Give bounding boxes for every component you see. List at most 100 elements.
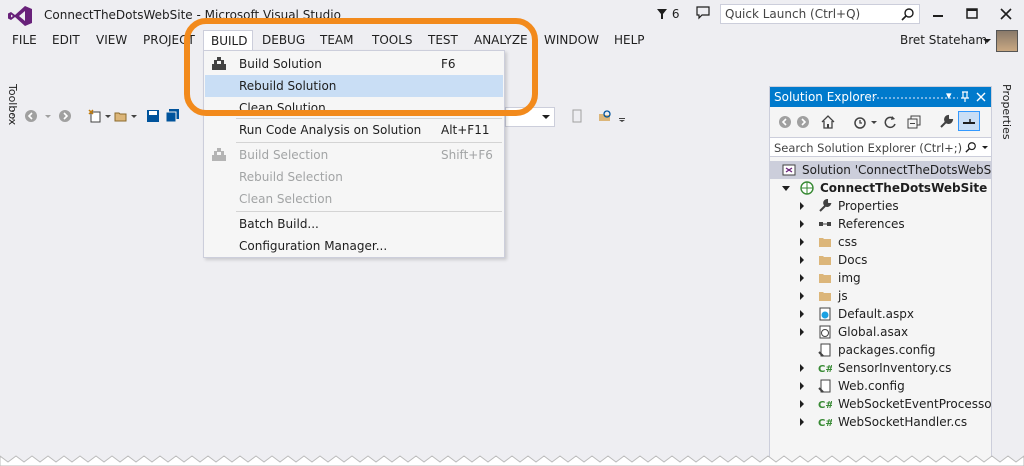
tree-item-websocketeventprocessor-cs[interactable]: C# WebSocketEventProcessor.cs bbox=[770, 395, 991, 413]
tree-label: Properties bbox=[838, 199, 899, 213]
solution-explorer-header: Solution Explorer ▾ bbox=[770, 87, 991, 107]
pending-changes-icon[interactable] bbox=[852, 114, 868, 130]
menu-separator bbox=[236, 142, 502, 143]
references-icon bbox=[819, 222, 831, 226]
svg-text:C#: C# bbox=[818, 400, 832, 411]
tree-label: ConnectTheDotsWebSite bbox=[820, 181, 988, 195]
pending-dropdown-icon[interactable] bbox=[870, 114, 878, 130]
tree-item-references[interactable]: References bbox=[770, 215, 991, 233]
feedback-icon[interactable] bbox=[696, 6, 710, 20]
collapsed-arrow-icon[interactable] bbox=[800, 256, 804, 264]
tree-label: WebSocketEventProcessor.cs bbox=[838, 397, 991, 411]
collapsed-arrow-icon[interactable] bbox=[800, 238, 804, 246]
open-dropdown-icon[interactable] bbox=[130, 109, 138, 123]
menu-item-rebuild-selection[interactable]: Rebuild Selection bbox=[205, 166, 503, 188]
tree-item-css[interactable]: css bbox=[770, 233, 991, 251]
toolbar-overflow-icon[interactable] bbox=[618, 109, 626, 123]
collapsed-arrow-icon[interactable] bbox=[800, 274, 804, 282]
menu-item-build-selection[interactable]: Build Selection Shift+F6 bbox=[205, 144, 503, 166]
collapsed-arrow-icon[interactable] bbox=[800, 400, 804, 408]
chevron-down-icon[interactable] bbox=[982, 146, 988, 149]
tree-item-packages-config[interactable]: packages.config bbox=[770, 341, 991, 359]
menu-help[interactable]: HELP bbox=[614, 33, 645, 47]
tree-item-properties[interactable]: Properties bbox=[770, 197, 991, 215]
solution-explorer-search-input[interactable]: Search Solution Explorer (Ctrl+;) bbox=[770, 137, 991, 157]
panel-grip[interactable] bbox=[868, 96, 958, 100]
menu-window[interactable]: WINDOW bbox=[544, 33, 599, 47]
tree-label: packages.config bbox=[838, 343, 936, 357]
csharp-icon: C# bbox=[818, 364, 832, 375]
solution-explorer-toolbar bbox=[770, 109, 991, 135]
collapsed-arrow-icon[interactable] bbox=[800, 418, 804, 426]
quick-launch-input[interactable]: Quick Launch (Ctrl+Q) bbox=[720, 4, 920, 24]
menu-item-run-code-analysis[interactable]: Run Code Analysis on Solution Alt+F11 bbox=[205, 119, 503, 141]
folder-icon bbox=[819, 256, 831, 265]
forward-icon[interactable] bbox=[796, 115, 810, 129]
tree-label: Global.asax bbox=[838, 325, 909, 339]
tree-label: Docs bbox=[838, 253, 868, 267]
tree-item-img[interactable]: img bbox=[770, 269, 991, 287]
minimize-icon[interactable] bbox=[928, 4, 948, 24]
menu-item-shortcut: Shift+F6 bbox=[441, 148, 493, 162]
new-dropdown-icon[interactable] bbox=[104, 109, 112, 123]
toolbox-tab[interactable]: Toolbox bbox=[6, 84, 19, 125]
expanded-arrow-icon[interactable] bbox=[782, 186, 790, 191]
close-icon[interactable] bbox=[996, 4, 1016, 24]
menu-file[interactable]: FILE bbox=[12, 33, 37, 47]
menu-item-batch-build[interactable]: Batch Build... bbox=[205, 213, 503, 235]
menu-edit[interactable]: EDIT bbox=[52, 33, 80, 47]
avatar[interactable] bbox=[996, 30, 1018, 52]
tree-item-docs[interactable]: Docs bbox=[770, 251, 991, 269]
folder-icon bbox=[819, 274, 831, 283]
navigate-forward-icon[interactable] bbox=[58, 109, 72, 123]
tree-solution-node[interactable]: Solution 'ConnectTheDotsWebSite' ( bbox=[770, 161, 991, 179]
tree-item-global-asax[interactable]: Global.asax bbox=[770, 323, 991, 341]
maximize-icon[interactable] bbox=[962, 4, 982, 24]
tree-item-default-aspx[interactable]: Default.aspx bbox=[770, 305, 991, 323]
device-icon[interactable] bbox=[570, 109, 584, 123]
svg-text:C#: C# bbox=[818, 418, 832, 429]
tree-item-js[interactable]: js bbox=[770, 287, 991, 305]
refresh-icon[interactable] bbox=[882, 114, 898, 130]
menu-view[interactable]: VIEW bbox=[96, 33, 127, 47]
config-icon bbox=[818, 379, 831, 393]
config-icon bbox=[818, 343, 831, 357]
collapsed-arrow-icon[interactable] bbox=[800, 310, 804, 318]
notification-count: 6 bbox=[671, 7, 680, 21]
collapse-all-icon[interactable] bbox=[906, 114, 922, 130]
save-icon[interactable] bbox=[146, 109, 160, 123]
notifications[interactable]: 6 bbox=[656, 7, 679, 21]
tree-project-node[interactable]: ConnectTheDotsWebSite bbox=[770, 179, 991, 197]
collapsed-arrow-icon[interactable] bbox=[800, 292, 804, 300]
back-icon[interactable] bbox=[778, 115, 792, 129]
navigate-back-icon[interactable] bbox=[24, 109, 38, 123]
find-in-files-icon[interactable] bbox=[598, 109, 612, 123]
user-dropdown-icon[interactable] bbox=[983, 39, 991, 43]
save-all-icon[interactable] bbox=[166, 109, 180, 123]
preview-selected-items-button[interactable] bbox=[958, 111, 980, 131]
menu-item-clean-selection[interactable]: Clean Selection bbox=[205, 188, 503, 210]
collapsed-arrow-icon[interactable] bbox=[800, 220, 804, 228]
collapsed-arrow-icon[interactable] bbox=[800, 382, 804, 390]
pin-icon[interactable] bbox=[960, 91, 970, 103]
tree-label: css bbox=[838, 235, 858, 249]
menu-item-shortcut: Alt+F11 bbox=[441, 123, 490, 137]
home-icon[interactable] bbox=[820, 114, 836, 130]
properties-wrench-icon[interactable] bbox=[938, 114, 954, 130]
web-page-icon bbox=[819, 307, 831, 321]
tree-item-sensorinventory-cs[interactable]: C# SensorInventory.cs bbox=[770, 359, 991, 377]
close-icon[interactable] bbox=[976, 92, 986, 102]
user-name[interactable]: Bret Stateham bbox=[900, 33, 987, 47]
new-project-icon[interactable] bbox=[88, 109, 102, 123]
tree-item-web-config[interactable]: Web.config bbox=[770, 377, 991, 395]
menu-separator bbox=[236, 211, 502, 212]
properties-tab[interactable]: Properties bbox=[1000, 84, 1013, 140]
menu-item-configuration-manager[interactable]: Configuration Manager... bbox=[205, 235, 503, 257]
collapsed-arrow-icon[interactable] bbox=[800, 364, 804, 372]
panel-menu-icon[interactable]: ▾ bbox=[946, 89, 952, 102]
collapsed-arrow-icon[interactable] bbox=[800, 328, 804, 336]
open-file-icon[interactable] bbox=[114, 109, 128, 123]
collapsed-arrow-icon[interactable] bbox=[800, 202, 804, 210]
tree-item-websockethandler-cs[interactable]: C# WebSocketHandler.cs bbox=[770, 413, 991, 431]
back-dropdown-icon[interactable] bbox=[44, 109, 52, 123]
